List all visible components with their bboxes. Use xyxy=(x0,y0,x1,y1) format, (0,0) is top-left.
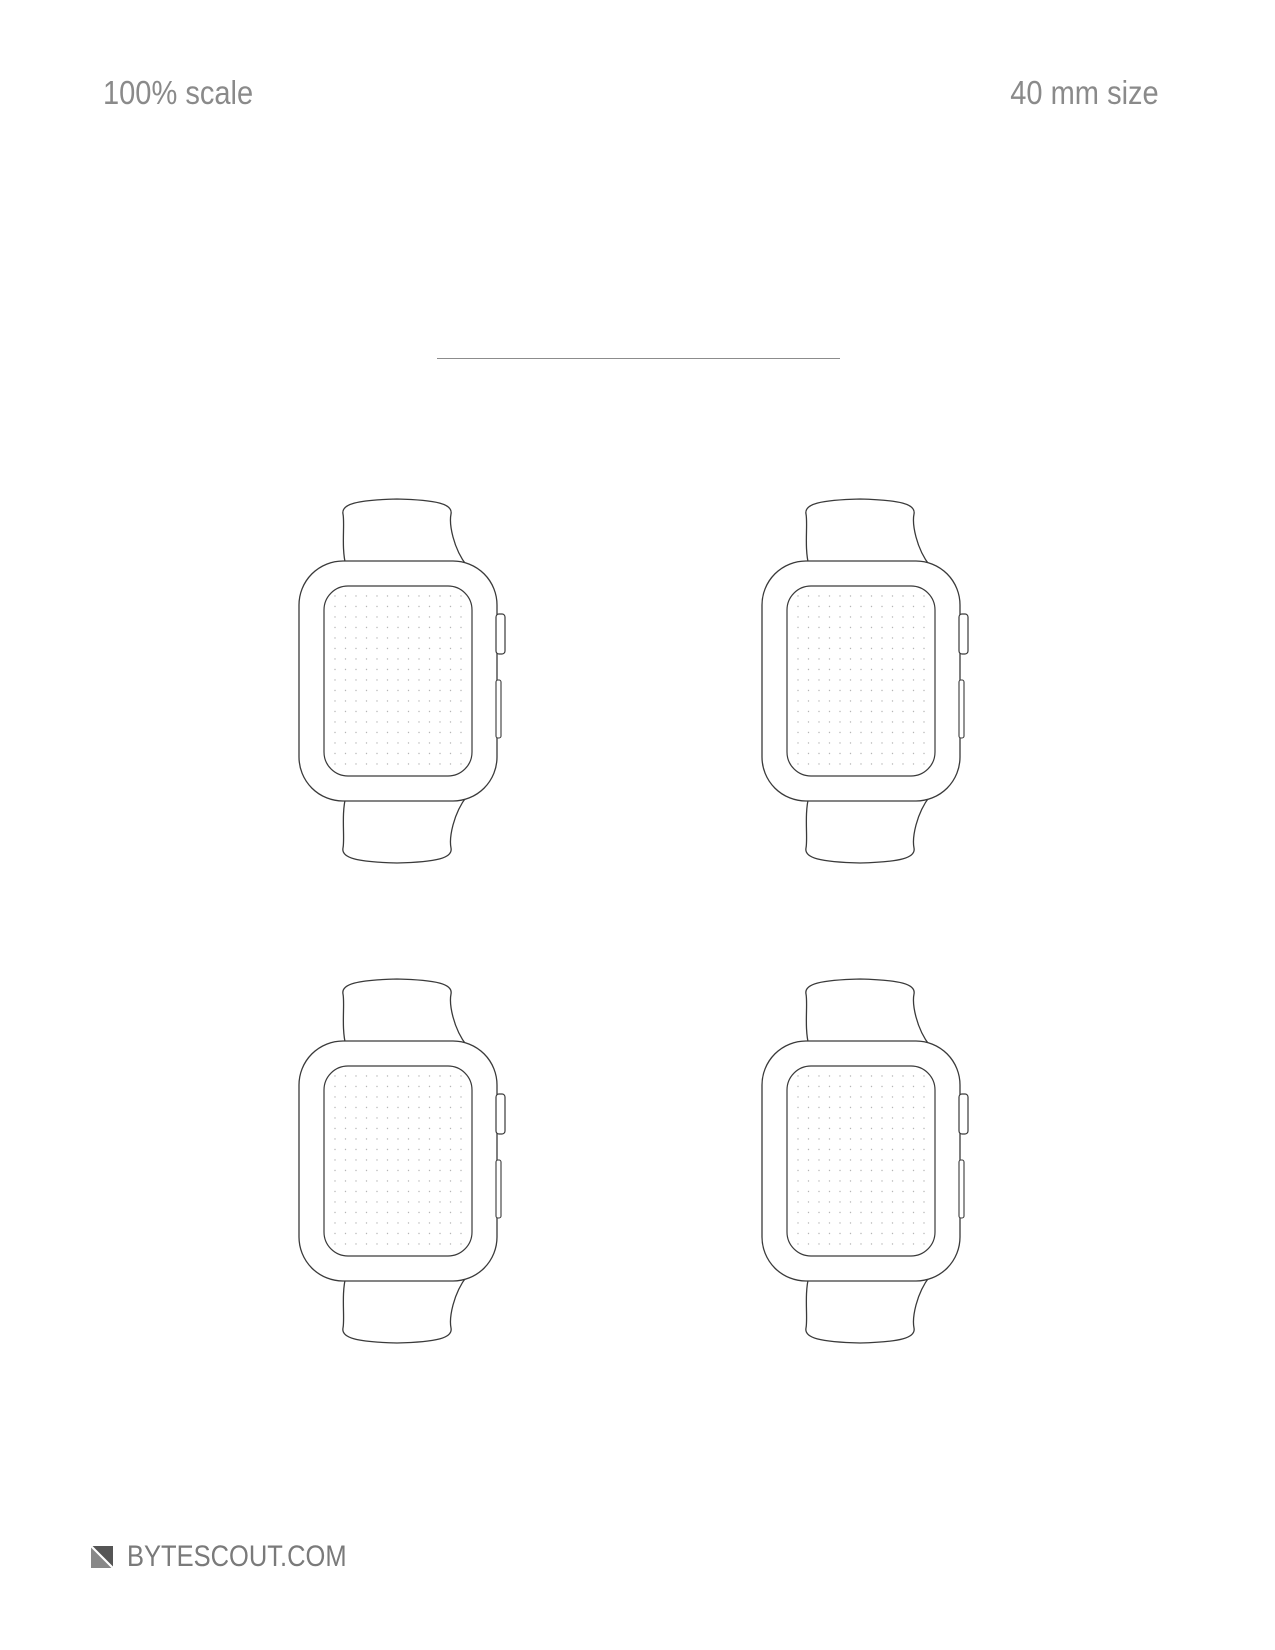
watch-template-2 xyxy=(760,498,980,878)
footer-brand: BYTESCOUT.COM xyxy=(127,1540,347,1573)
bytescout-logo-icon xyxy=(91,1546,113,1568)
watch-grid xyxy=(0,0,1275,1650)
watch-template-4 xyxy=(760,978,980,1358)
smartwatch-outline-icon xyxy=(298,498,506,864)
smartwatch-outline-icon xyxy=(761,978,969,1344)
smartwatch-outline-icon xyxy=(761,498,969,864)
watch-template-1 xyxy=(297,498,517,878)
smartwatch-outline-icon xyxy=(298,978,506,1344)
footer: BYTESCOUT.COM xyxy=(91,1540,385,1574)
watch-template-3 xyxy=(297,978,517,1358)
